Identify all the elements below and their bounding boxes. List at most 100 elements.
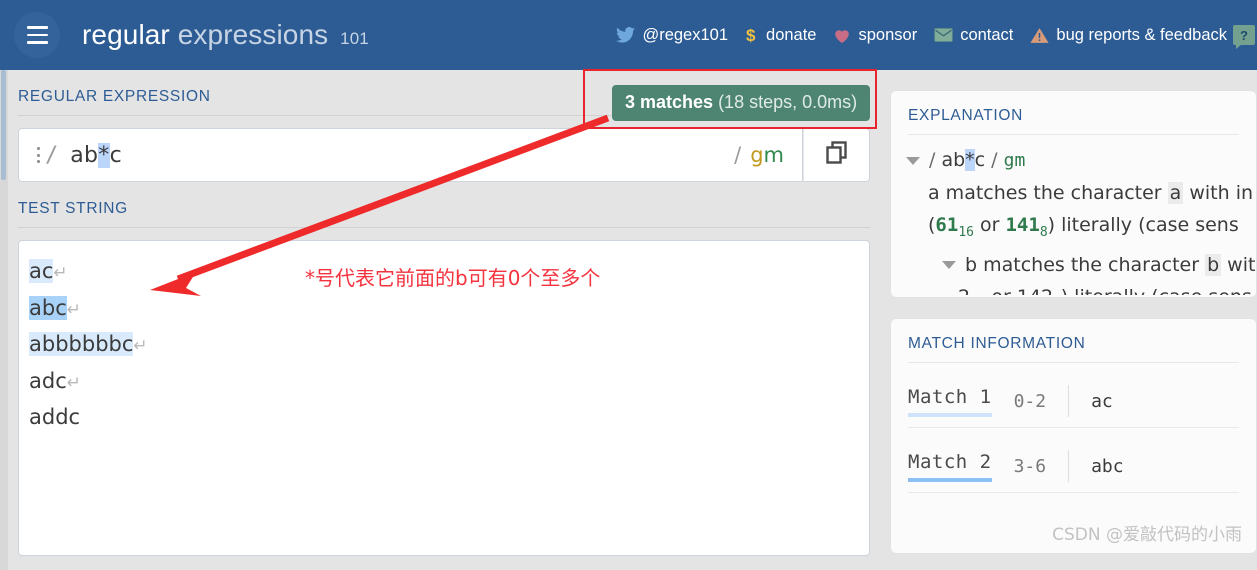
- regex-flags[interactable]: / g m: [734, 143, 784, 167]
- regex-pattern-before: ab: [70, 142, 99, 168]
- kebab-dot: [36, 147, 40, 151]
- explanation-line-a: a matches the character a with in: [906, 177, 1256, 209]
- match-steps: (18 steps, 0.0ms): [713, 92, 858, 112]
- match-value: ac: [1091, 390, 1113, 412]
- nav-label: sponsor: [858, 25, 918, 44]
- nav-link-sponsor[interactable]: sponsor: [833, 26, 917, 45]
- header-nav: @regex101 $ donate sponsor contact bug r…: [616, 25, 1257, 49]
- exp-pattern-after: c: [974, 149, 986, 171]
- test-string-line: addc: [29, 399, 869, 436]
- exp-oct-base: 8: [1039, 224, 1048, 240]
- envelope-icon: [934, 27, 953, 43]
- help-label: ?: [1240, 27, 1248, 43]
- copy-icon: [825, 140, 849, 170]
- regex-input[interactable]: / ab*c / g m: [18, 128, 803, 182]
- regex-open-delimiter: /: [45, 142, 59, 168]
- exp-text: or: [973, 214, 1006, 236]
- regex-input-row: / ab*c / g m: [18, 128, 870, 182]
- exp-char-token: a: [1167, 182, 1184, 204]
- regex-pattern-after: c: [109, 142, 123, 168]
- match-highlight[interactable]: abbbbbbc: [29, 332, 134, 356]
- divider: [1068, 450, 1070, 482]
- regex-close-delimiter: /: [734, 143, 742, 167]
- nav-label: @regex101: [642, 25, 729, 44]
- exp-close-delimiter: /: [991, 149, 998, 171]
- site-logo[interactable]: regular expressions 101: [82, 19, 369, 51]
- exp-hex-code: 6116: [935, 214, 974, 240]
- copy-regex-button[interactable]: [803, 128, 870, 182]
- nav-label: contact: [960, 25, 1014, 44]
- regex-pattern-highlight: *: [98, 142, 110, 168]
- exp-flags: gm: [1003, 150, 1026, 171]
- flag-multiline: m: [763, 143, 784, 167]
- test-string-label: TEST STRING: [18, 200, 128, 217]
- match-range: 0-2: [1013, 390, 1047, 412]
- twitter-icon: [616, 27, 636, 43]
- exp-oct-code: 1418: [1005, 214, 1047, 240]
- match-highlight[interactable]: ac: [29, 259, 54, 283]
- divider: [908, 492, 1239, 493]
- dollar-icon: $: [745, 25, 759, 45]
- info-column: EXPLANATION / ab*c / gm a matches the ch…: [890, 70, 1257, 570]
- watermark: CSDN @爱敲代码的小雨: [1052, 525, 1242, 545]
- plain-text: adc: [29, 368, 67, 393]
- explanation-line-b: b matches the character b with: [906, 249, 1256, 281]
- page-scrollbar-thumb[interactable]: [1, 70, 6, 180]
- chevron-down-icon[interactable]: [906, 156, 920, 165]
- help-icon[interactable]: ?: [1233, 25, 1255, 49]
- svg-text:$: $: [746, 26, 756, 45]
- explanation-title: EXPLANATION: [908, 107, 1024, 124]
- hamburger-icon[interactable]: [14, 12, 60, 58]
- match-range: 3-6: [1013, 455, 1047, 477]
- match-information-title: MATCH INFORMATION: [908, 335, 1086, 352]
- heart-icon: [833, 27, 851, 44]
- page-scrollbar[interactable]: [0, 70, 8, 570]
- match-count: 3 matches: [625, 92, 714, 112]
- match-row[interactable]: Match 1 0-2 ac: [891, 363, 1256, 427]
- match-label: Match 1: [908, 386, 992, 417]
- nav-label: donate: [766, 25, 817, 44]
- chevron-down-icon[interactable]: [942, 261, 956, 270]
- hamburger-bar: [26, 26, 48, 29]
- explanation-body: / ab*c / gm a matches the character a wi…: [891, 135, 1256, 295]
- nav-label: bug reports & feedback: [1056, 25, 1227, 44]
- divider: [1068, 385, 1070, 417]
- newline-glyph: ↵: [53, 263, 68, 283]
- exp-text: b matches the character: [965, 253, 1206, 276]
- test-string-line: abbbbbbc↵: [29, 326, 869, 363]
- nav-link-bug-reports[interactable]: bug reports & feedback: [1030, 26, 1227, 45]
- editor-column: REGULAR EXPRESSION / ab*c / g m TEST STR…: [8, 70, 880, 570]
- nav-link-contact[interactable]: contact: [934, 26, 1013, 45]
- plain-text: addc: [29, 405, 81, 429]
- match-count-badge[interactable]: 3 matches (18 steps, 0.0ms): [612, 85, 871, 121]
- logo-word-regular: regular: [82, 19, 170, 50]
- exp-text: with in: [1183, 182, 1254, 204]
- exp-pattern-before: ab: [941, 149, 966, 171]
- nav-link-twitter[interactable]: @regex101: [616, 26, 728, 45]
- explanation-line-a-codes: (6116 or 1418) literally (case sens: [906, 209, 1256, 249]
- match-information-panel: MATCH INFORMATION Match 1 0-2 ac Match 2…: [890, 318, 1257, 554]
- kebab-menu-icon[interactable]: [33, 146, 43, 165]
- exp-open-delimiter: /: [929, 149, 936, 171]
- kebab-dot: [36, 159, 40, 163]
- nav-link-donate[interactable]: $ donate: [745, 25, 817, 46]
- exp-text: with: [1227, 253, 1256, 276]
- exp-char-token: b: [1205, 253, 1222, 276]
- app-root: regular expressions 101 @regex101 $ dona…: [0, 0, 1257, 570]
- kebab-dot: [36, 153, 40, 157]
- match-label: Match 2: [908, 451, 992, 482]
- explanation-panel: EXPLANATION / ab*c / gm a matches the ch…: [890, 90, 1257, 298]
- divider: [18, 227, 870, 228]
- exp-pattern-highlight: *: [965, 149, 975, 171]
- newline-glyph: ↵: [66, 299, 81, 320]
- newline-glyph: ↵: [133, 336, 148, 356]
- newline-glyph: ↵: [66, 372, 81, 393]
- explanation-line-b-codes: 2₁₆ or 142₈) literally (case sens: [906, 281, 1256, 295]
- warning-icon: [1030, 27, 1049, 44]
- match-highlight-hovered[interactable]: abc: [29, 295, 67, 320]
- hamburger-bar: [26, 41, 48, 44]
- match-row[interactable]: Match 2 3-6 abc: [891, 428, 1256, 492]
- flag-global: g: [750, 143, 764, 167]
- explanation-header-line: / ab*c / gm: [906, 144, 1256, 177]
- exp-hex-value: 61: [935, 214, 959, 236]
